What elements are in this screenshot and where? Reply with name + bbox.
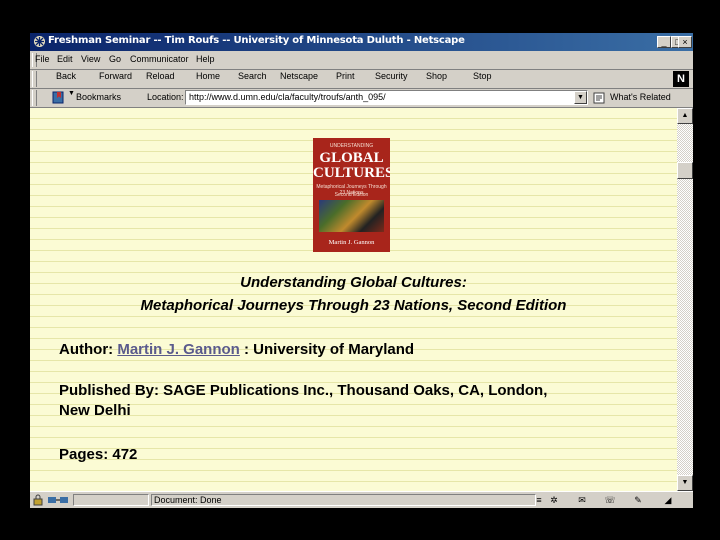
whats-related-icon[interactable] [593, 92, 605, 104]
search-button[interactable]: Search [238, 71, 267, 81]
bookmarks-dropdown-icon: ▼ [68, 90, 75, 97]
close-button[interactable]: × [678, 36, 692, 48]
location-label: Location: [147, 92, 184, 102]
author-label: Author: [59, 341, 114, 358]
security-button[interactable]: Security [375, 71, 408, 81]
forward-button[interactable]: Forward [99, 71, 132, 81]
connection-status-icon [48, 497, 68, 503]
back-button[interactable]: Back [56, 71, 76, 81]
url-history-dropdown-button[interactable]: ▼ [574, 91, 587, 104]
scroll-thumb[interactable] [677, 162, 693, 179]
location-toolbar: ▼ Bookmarks Location: http://www.d.umn.e… [30, 89, 693, 108]
status-bar: Document: Done ≡ ✲ ✉ ☏ ✎ ◢ [30, 491, 693, 509]
pages-count: Pages: 472 [59, 446, 138, 463]
bookmarks-icon[interactable] [52, 91, 66, 104]
home-button[interactable]: Home [196, 71, 220, 81]
stop-button[interactable]: Stop [473, 71, 492, 81]
navbar-grip[interactable] [32, 71, 37, 87]
scroll-up-button[interactable]: ▲ [677, 108, 693, 124]
book-cover-edition: Second Edition [334, 192, 369, 198]
author-line: Author: Martin J. Gannon : University of… [59, 341, 414, 358]
scroll-down-button[interactable]: ▼ [677, 475, 693, 491]
shop-button[interactable]: Shop [426, 71, 447, 81]
book-cover-title-line2: CULTURES [313, 165, 390, 181]
book-cover-author: Martin J. Gannon [328, 239, 375, 246]
menu-go[interactable]: Go [109, 54, 121, 64]
netscape-button[interactable]: Netscape [280, 71, 318, 81]
location-url-field[interactable]: http://www.d.umn.edu/cla/faculty/troufs/… [185, 90, 588, 105]
reload-button[interactable]: Reload [146, 71, 175, 81]
composer-icon[interactable]: ✎ [632, 494, 644, 506]
status-text: Document: Done [154, 495, 222, 505]
book-cover-artwork [319, 200, 384, 232]
browser-window: Freshman Seminar -- Tim Roufs -- Univers… [30, 33, 693, 508]
book-title: Understanding Global Cultures: [240, 274, 467, 291]
newsgroups-icon[interactable]: ☏ [604, 494, 616, 506]
locbar-grip[interactable] [32, 90, 37, 106]
navigator-icon[interactable]: ✲ [548, 494, 560, 506]
author-link[interactable]: Martin J. Gannon [117, 341, 240, 358]
netscape-logo-icon[interactable]: N [673, 71, 689, 87]
menu-view[interactable]: View [81, 54, 100, 64]
menu-bar: File Edit View Go Communicator Help [30, 51, 693, 70]
resize-grip-icon[interactable]: ◢ [662, 494, 674, 506]
menu-file[interactable]: File [35, 54, 50, 64]
menu-help[interactable]: Help [196, 54, 215, 64]
netscape-window-icon [34, 36, 45, 47]
publisher-line-1: Published By: SAGE Publications Inc., Th… [59, 382, 548, 399]
security-lock-icon[interactable] [32, 494, 44, 506]
publisher-line-2: New Delhi [59, 402, 131, 419]
menu-edit[interactable]: Edit [57, 54, 73, 64]
vertical-scrollbar[interactable]: ▲ ▼ [677, 108, 693, 491]
whats-related-button[interactable]: What's Related [610, 92, 671, 102]
progress-panel [73, 494, 149, 506]
page-content: UNDERSTANDING GLOBAL CULTURES Metaphoric… [30, 108, 677, 491]
navigation-toolbar: Back Forward Reload Home Search Netscape… [30, 70, 693, 89]
component-bar-divider-icon: ≡ [536, 495, 542, 505]
menu-communicator[interactable]: Communicator [130, 54, 189, 64]
minimize-button[interactable]: _ [657, 36, 671, 48]
title-bar[interactable]: Freshman Seminar -- Tim Roufs -- Univers… [30, 33, 693, 51]
window-title: Freshman Seminar -- Tim Roufs -- Univers… [48, 35, 465, 46]
book-cover-top-text: UNDERSTANDING [329, 143, 374, 149]
print-button[interactable]: Print [336, 71, 355, 81]
bookmarks-button[interactable]: Bookmarks [76, 92, 121, 102]
author-affiliation: : University of Maryland [244, 341, 415, 358]
book-cover-image: UNDERSTANDING GLOBAL CULTURES Metaphoric… [313, 138, 390, 252]
book-subtitle: Metaphorical Journeys Through 23 Nations… [140, 297, 567, 314]
mail-icon[interactable]: ✉ [576, 494, 588, 506]
